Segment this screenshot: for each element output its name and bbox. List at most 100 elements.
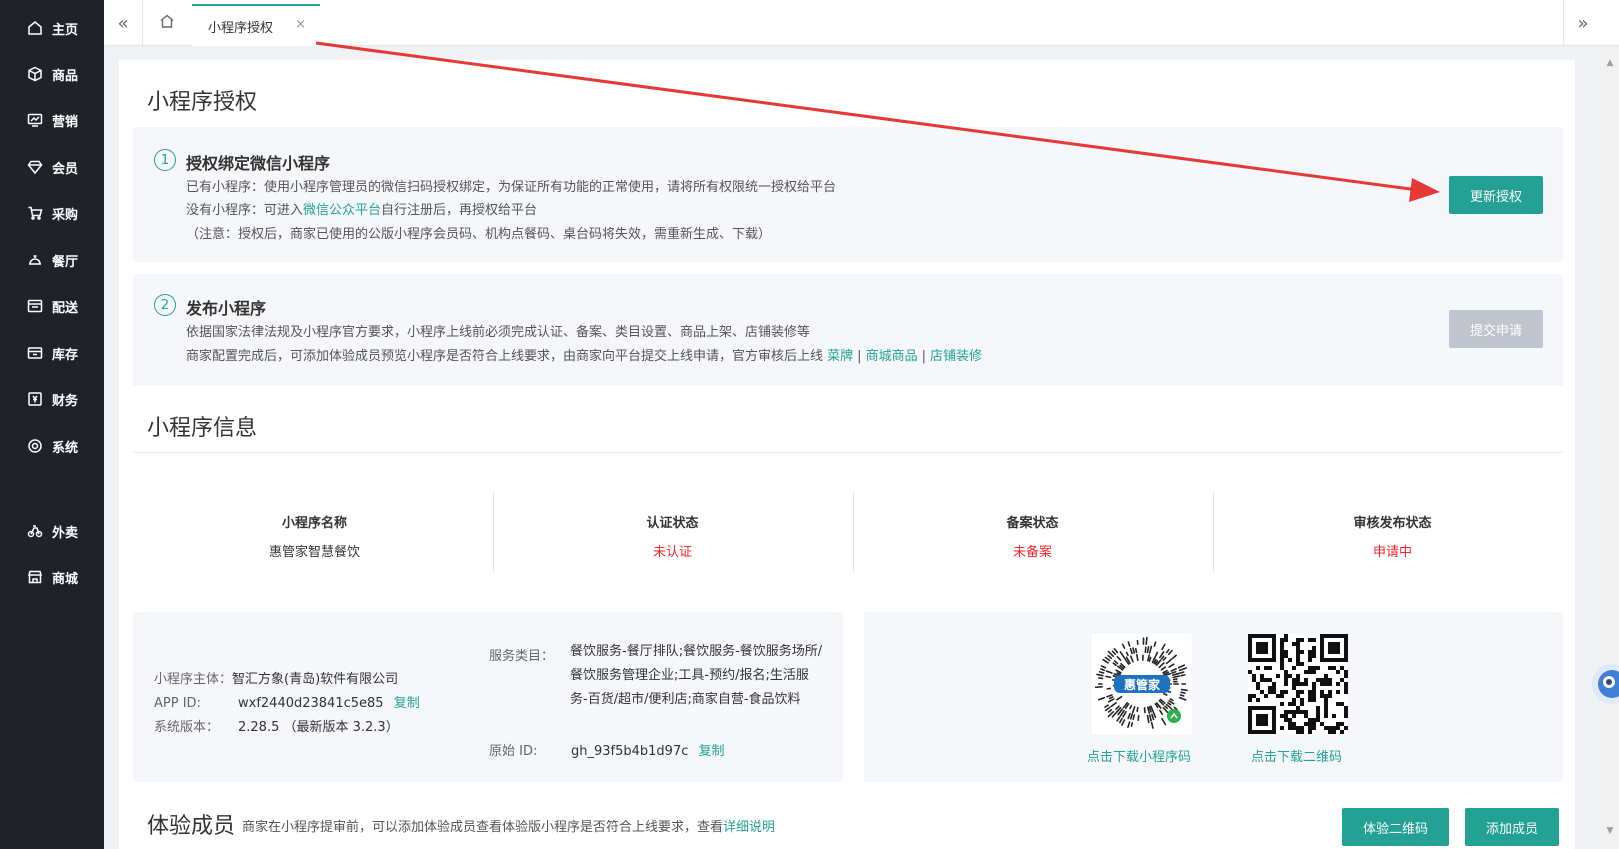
qr-code-image[interactable] xyxy=(1248,634,1348,734)
step-description: 商家配置完成后，可添加体验成员预览小程序是否符合上线要求，由商家向平台提交上线申… xyxy=(186,345,982,364)
section-divider xyxy=(133,452,1563,453)
details-link[interactable]: 详细说明 xyxy=(723,820,775,835)
sidebar-item-label: 采购 xyxy=(52,207,79,223)
sidebar-item-label: 外卖 xyxy=(52,525,79,541)
menu-link[interactable]: 菜牌 xyxy=(827,349,853,364)
scroll-up-icon[interactable]: ▲ xyxy=(1605,58,1615,68)
sidebar-item-label: 主页 xyxy=(52,22,79,38)
status-label: 备案状态 xyxy=(1006,516,1059,531)
section-title-info: 小程序信息 xyxy=(147,416,258,441)
sidebar-item-label: 营销 xyxy=(52,114,79,130)
status-value: 惠管家智慧餐饮 xyxy=(268,545,360,560)
sidebar-item-mall[interactable]: 商城 xyxy=(0,557,104,597)
sidebar-item-label: 商品 xyxy=(52,68,79,84)
step-description: 已有小程序：使用小程序管理员的微信扫码授权绑定，为保证所有功能的正常使用，请将所… xyxy=(186,180,837,195)
sidebar-item-restaurant[interactable]: 餐厅 xyxy=(0,240,104,280)
add-member-button[interactable]: 添加成员 xyxy=(1465,808,1559,846)
sidebar-item-label: 餐厅 xyxy=(52,254,79,270)
vertical-scrollbar[interactable]: ▲ ▼ xyxy=(1601,46,1619,849)
sidebar-item-label: 财务 xyxy=(52,393,79,409)
entity-label: 小程序主体： xyxy=(154,672,233,687)
appid-row: APP ID: wxf2440d23841c5e85 复制 xyxy=(154,692,420,711)
status-label: 小程序名称 xyxy=(281,516,347,531)
status-label: 认证状态 xyxy=(646,516,699,531)
finance-icon xyxy=(27,391,43,407)
sidebar: 主页 商品 营销 会员 采购 餐厅 配送 库存 财务 系统 外卖 商城 xyxy=(0,0,104,849)
sidebar-item-inventory[interactable]: 库存 xyxy=(0,333,104,373)
sidebar-item-takeout[interactable]: 外卖 xyxy=(0,511,104,551)
assistant-bubble-icon[interactable] xyxy=(1582,654,1619,714)
members-note-text: 商家在小程序提审前，可以添加体验成员查看体验版小程序是否符合上线要求，查看 xyxy=(242,820,724,835)
download-mini-code-link[interactable]: 点击下载小程序码 xyxy=(1087,746,1191,765)
members-note: 商家在小程序提审前，可以添加体验成员查看体验版小程序是否符合上线要求，查看详细说… xyxy=(242,816,775,835)
origin-id-row: 原始 ID: gh_93f5b4b1d97c 复制 xyxy=(489,740,725,759)
step-title: 授权绑定微信小程序 xyxy=(186,154,331,173)
entity-value: 智汇方象(青岛)软件有限公司 xyxy=(232,672,399,687)
sidebar-item-delivery[interactable]: 配送 xyxy=(0,286,104,326)
double-chevron-right-icon: » xyxy=(1577,12,1589,34)
step-number: 2 xyxy=(154,294,176,316)
sidebar-item-members[interactable]: 会员 xyxy=(0,147,104,187)
wechat-platform-link[interactable]: 微信公众平台 xyxy=(303,203,381,218)
section-title-auth: 小程序授权 xyxy=(147,90,258,115)
origin-id-label: 原始 ID: xyxy=(489,744,538,759)
version-row: 系统版本： 2.28.5 （最新版本 3.2.3） xyxy=(154,716,399,735)
step-warning-note: （注意：授权后，商家已使用的公版小程序会员码、机构点餐码、桌台码将失效，需重新生… xyxy=(186,227,772,242)
scroll-down-icon[interactable]: ▼ xyxy=(1605,826,1615,836)
sidebar-item-system[interactable]: 系统 xyxy=(0,426,104,466)
double-chevron-left-icon: « xyxy=(117,12,129,34)
logo-text: 惠管家 xyxy=(1124,677,1161,692)
app-root: 主页 商品 营销 会员 采购 餐厅 配送 库存 财务 系统 外卖 商城 « 小程… xyxy=(0,0,1619,849)
sidebar-item-marketing[interactable]: 营销 xyxy=(0,100,104,140)
sidebar-item-finance[interactable]: 财务 xyxy=(0,379,104,419)
tab-bar: « 小程序授权 × » xyxy=(104,0,1619,46)
copy-origin-id-link[interactable]: 复制 xyxy=(699,744,725,759)
mini-program-code-image[interactable]: 惠管家 xyxy=(1092,634,1192,734)
status-filing: 备案状态 未备案 xyxy=(854,492,1211,572)
warehouse-icon xyxy=(27,345,43,361)
tabs-scroll-right-button[interactable]: » xyxy=(1564,0,1602,46)
store-decoration-link[interactable]: 店铺装修 xyxy=(930,349,982,364)
status-mini-name: 小程序名称 惠管家智慧餐饮 xyxy=(136,492,493,572)
download-qr-code-link[interactable]: 点击下载二维码 xyxy=(1251,746,1342,765)
close-icon[interactable]: × xyxy=(295,17,306,32)
copy-appid-link[interactable]: 复制 xyxy=(394,696,420,711)
bike-icon xyxy=(27,523,43,539)
truck-icon xyxy=(27,298,43,314)
trial-qr-button[interactable]: 体验二维码 xyxy=(1342,808,1449,846)
update-auth-button[interactable]: 更新授权 xyxy=(1449,176,1543,214)
step-text: 商家配置完成后，可添加体验成员预览小程序是否符合上线要求，由商家向平台提交上线申… xyxy=(186,349,824,364)
link-separator: | xyxy=(921,349,926,364)
qr-code-panel xyxy=(864,612,1563,782)
sidebar-item-label: 库存 xyxy=(52,347,79,363)
version-label: 系统版本： xyxy=(154,720,220,735)
origin-id-value: gh_93f5b4b1d97c xyxy=(571,744,689,759)
sidebar-item-products[interactable]: 商品 xyxy=(0,54,104,94)
home-icon xyxy=(159,13,175,34)
box-icon xyxy=(27,66,43,82)
service-category-value: 餐饮服务-餐厅排队;餐饮服务-餐饮服务场所/餐饮服务管理企业;工具-预约/报名;… xyxy=(570,644,823,707)
tab-home[interactable] xyxy=(144,0,190,46)
entity-row: 小程序主体：智汇方象(青岛)软件有限公司 xyxy=(154,668,398,687)
service-category-label: 服务类目： xyxy=(489,649,555,664)
submit-application-button[interactable]: 提交申请 xyxy=(1449,310,1543,348)
step-text: 没有小程序：可进入 xyxy=(186,203,304,218)
tabs-scroll-left-button[interactable]: « xyxy=(104,0,142,46)
step-description: 没有小程序：可进入微信公众平台自行注册后，再授权给平台 xyxy=(186,199,537,218)
diamond-icon xyxy=(27,159,43,175)
status-label: 审核发布状态 xyxy=(1353,516,1432,531)
section-title-members: 体验成员 xyxy=(147,814,236,839)
sidebar-item-purchase[interactable]: 采购 xyxy=(0,193,104,233)
settings-icon xyxy=(27,438,43,454)
mall-products-link[interactable]: 商城商品 xyxy=(866,349,918,364)
chart-icon xyxy=(27,112,43,128)
cart-icon xyxy=(27,205,43,221)
sidebar-item-home[interactable]: 主页 xyxy=(0,8,104,48)
version-value: 2.28.5 （最新版本 3.2.3） xyxy=(238,720,399,735)
sidebar-item-label: 配送 xyxy=(52,300,79,316)
home-icon xyxy=(27,20,43,36)
tab-mini-program-auth[interactable]: 小程序授权 × xyxy=(192,4,320,46)
sidebar-item-label: 商城 xyxy=(52,571,79,587)
step-title: 发布小程序 xyxy=(186,299,267,318)
appid-value: wxf2440d23841c5e85 xyxy=(238,696,384,711)
